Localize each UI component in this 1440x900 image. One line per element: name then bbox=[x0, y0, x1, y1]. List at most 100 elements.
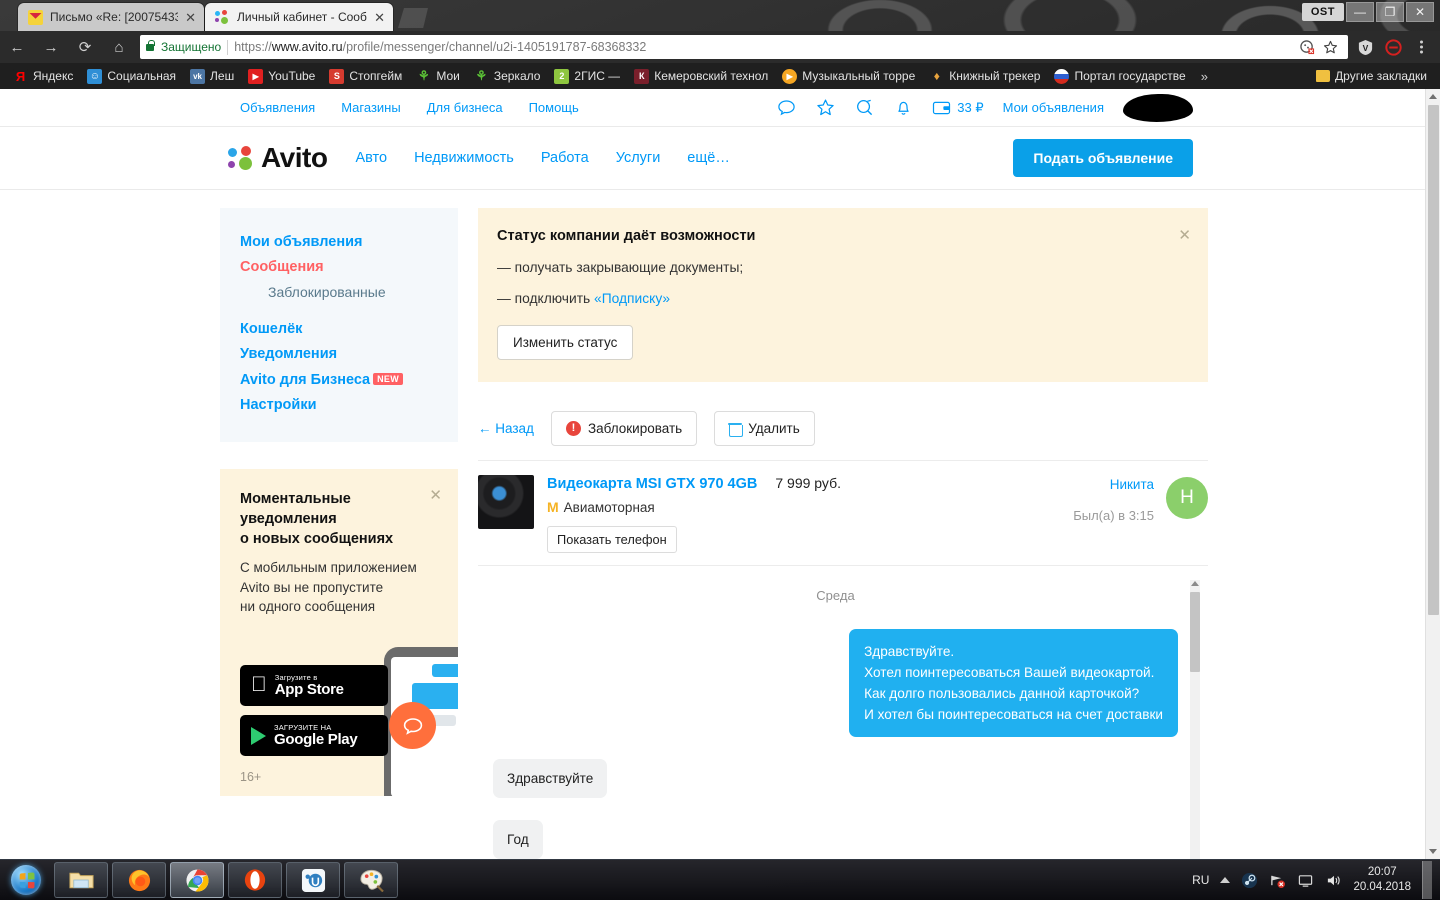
bookmark-item[interactable]: 2 2ГИС — bbox=[547, 67, 627, 86]
sidebar-item-messages[interactable]: Сообщения bbox=[240, 255, 458, 280]
bookmark-item[interactable]: ⚘ Зеркало bbox=[467, 67, 548, 86]
start-button[interactable] bbox=[0, 860, 52, 900]
app-store-badge[interactable]:  Загрузите в App Store bbox=[240, 665, 388, 706]
nav-link-help[interactable]: Помощь bbox=[529, 100, 579, 115]
bookmark-item[interactable]: ⚘ Мои bbox=[409, 67, 467, 86]
language-indicator[interactable]: RU bbox=[1192, 873, 1209, 887]
wallet-balance[interactable]: 33 ₽ bbox=[932, 100, 984, 116]
sidebar-item-blocked[interactable]: Заблокированные bbox=[240, 280, 458, 305]
my-ads-link[interactable]: Мои объявления bbox=[1003, 100, 1104, 115]
close-icon[interactable]: ✕ bbox=[374, 11, 385, 24]
scroll-up-arrow-icon[interactable] bbox=[1191, 581, 1199, 586]
favorites-star-icon[interactable] bbox=[815, 98, 835, 118]
nav-realty[interactable]: Недвижимость bbox=[414, 150, 514, 166]
network-icon[interactable] bbox=[1269, 873, 1286, 888]
taskbar-utorrent[interactable] bbox=[286, 862, 340, 898]
display-icon[interactable] bbox=[1297, 873, 1314, 888]
nav-link-business[interactable]: Для бизнеса bbox=[427, 100, 503, 115]
close-icon[interactable]: ✕ bbox=[185, 11, 196, 24]
nav-link-ads[interactable]: Объявления bbox=[240, 100, 315, 115]
scroll-down-arrow-icon[interactable] bbox=[1429, 849, 1437, 854]
partner-name-link[interactable]: Никита bbox=[1073, 477, 1154, 492]
screen: Письмо «Re: [20075433] ✕ Личный кабинет … bbox=[0, 0, 1440, 900]
nav-more[interactable]: ещё… bbox=[687, 150, 730, 166]
bookmark-item[interactable]: Портал государстве bbox=[1047, 67, 1192, 86]
google-play-badge[interactable]: ЗАГРУЗИТЕ НА Google Play bbox=[240, 715, 388, 756]
scroll-up-arrow-icon[interactable] bbox=[1429, 94, 1437, 99]
sidebar-item-business[interactable]: Avito для Бизнеса NEW bbox=[240, 367, 458, 393]
restore-button[interactable]: ❐ bbox=[1376, 2, 1404, 22]
bookmark-star-icon[interactable] bbox=[1323, 40, 1338, 55]
delete-conversation-button[interactable]: Удалить bbox=[714, 411, 815, 446]
taskbar-file-explorer[interactable] bbox=[54, 862, 108, 898]
adblock-extension-icon[interactable] bbox=[1384, 38, 1402, 56]
bookmark-item[interactable]: ▶ Музыкальный торре bbox=[775, 67, 922, 86]
listing-thumbnail[interactable] bbox=[478, 475, 534, 529]
sidebar-item-settings[interactable]: Настройки bbox=[240, 393, 458, 418]
taskbar-paint[interactable] bbox=[344, 862, 398, 898]
metro-station-label: Авиамоторная bbox=[563, 499, 655, 515]
taskbar-firefox[interactable] bbox=[112, 862, 166, 898]
tray-expand-arrow-icon[interactable] bbox=[1220, 877, 1231, 883]
main-column: ✕ Статус компании даёт возможности — пол… bbox=[478, 208, 1208, 859]
sidebar-item-wallet[interactable]: Кошелёк bbox=[240, 317, 458, 342]
profile-button[interactable]: OST bbox=[1301, 3, 1344, 21]
subscription-link[interactable]: «Подписку» bbox=[594, 291, 670, 306]
close-icon[interactable]: ✕ bbox=[1178, 226, 1191, 244]
block-icon: ! bbox=[565, 421, 581, 436]
notifications-bell-icon[interactable] bbox=[893, 98, 913, 118]
avatar[interactable]: Н bbox=[1166, 477, 1208, 519]
taskbar-chrome[interactable] bbox=[170, 862, 224, 898]
sidebar-item-notifications[interactable]: Уведомления bbox=[240, 342, 458, 367]
bookmark-item[interactable]: ☺ Социальная bbox=[80, 67, 183, 86]
nav-services[interactable]: Услуги bbox=[616, 150, 661, 166]
page-scroll-thumb[interactable] bbox=[1428, 105, 1439, 615]
bookmark-item[interactable]: vk Леш bbox=[183, 67, 241, 86]
chat-scroll-thumb[interactable] bbox=[1190, 592, 1200, 672]
close-icon[interactable]: ✕ bbox=[429, 488, 442, 503]
change-status-button[interactable]: Изменить статус bbox=[497, 325, 634, 360]
reload-icon[interactable]: ⟳ bbox=[68, 31, 102, 63]
volume-icon[interactable] bbox=[1325, 873, 1342, 888]
browser-tab-avito[interactable]: Личный кабинет - Сооб ✕ bbox=[205, 3, 393, 31]
minimize-button[interactable]: — bbox=[1346, 2, 1374, 22]
cookie-blocked-icon[interactable] bbox=[1300, 39, 1315, 55]
show-desktop-button[interactable] bbox=[1422, 861, 1432, 899]
taskbar-opera[interactable] bbox=[228, 862, 282, 898]
home-icon[interactable]: ⌂ bbox=[102, 31, 136, 63]
sidebar-item-my-ads[interactable]: Мои объявления bbox=[240, 230, 458, 255]
bookmarks-overflow-chevron[interactable]: » bbox=[1193, 69, 1216, 84]
page-scrollbar[interactable] bbox=[1425, 89, 1440, 859]
bookmark-item[interactable]: S Стопгейм bbox=[322, 67, 409, 86]
bookmark-item[interactable]: К Кемеровский технол bbox=[627, 67, 775, 86]
steam-icon[interactable] bbox=[1241, 872, 1258, 889]
saved-search-icon[interactable] bbox=[854, 98, 874, 118]
block-user-button[interactable]: ! Заблокировать bbox=[550, 411, 698, 446]
post-ad-button[interactable]: Подать объявление bbox=[1013, 139, 1193, 177]
bookmark-item[interactable]: ♦ Книжный трекер bbox=[922, 67, 1047, 86]
browser-tab-mail[interactable]: Письмо «Re: [20075433] ✕ bbox=[18, 3, 204, 31]
nav-link-shops[interactable]: Магазины bbox=[341, 100, 401, 115]
other-bookmarks-folder[interactable]: Другие закладки bbox=[1309, 67, 1434, 85]
chrome-menu-icon[interactable] bbox=[1412, 38, 1430, 56]
nav-auto[interactable]: Авто bbox=[355, 150, 387, 166]
back-link[interactable]: ← Назад bbox=[478, 421, 534, 436]
listing-title-link[interactable]: Видеокарта MSI GTX 970 4GB bbox=[547, 476, 757, 492]
chat-scrollbar[interactable] bbox=[1190, 580, 1200, 859]
taskbar-clock[interactable]: 20:07 20.04.2018 bbox=[1353, 865, 1411, 895]
close-window-button[interactable]: ✕ bbox=[1406, 2, 1434, 22]
new-tab-button[interactable] bbox=[398, 8, 428, 28]
messages-icon[interactable] bbox=[776, 98, 796, 118]
bookmark-item[interactable]: Я Яндекс bbox=[6, 67, 80, 86]
vivaldi-extension-icon[interactable]: V bbox=[1356, 38, 1374, 56]
bookmark-item[interactable]: ▶ YouTube bbox=[241, 67, 322, 86]
avito-logo[interactable]: Avito bbox=[228, 142, 328, 174]
folder-icon bbox=[1316, 70, 1331, 82]
back-icon[interactable]: ← bbox=[0, 31, 34, 63]
nav-jobs[interactable]: Работа bbox=[541, 150, 589, 166]
forward-icon[interactable]: → bbox=[34, 31, 68, 63]
gplay-big: Google Play bbox=[274, 730, 358, 748]
address-bar[interactable]: Защищено https://www.avito.ru/profile/me… bbox=[140, 35, 1348, 59]
show-phone-button[interactable]: Показать телефон bbox=[547, 526, 677, 553]
